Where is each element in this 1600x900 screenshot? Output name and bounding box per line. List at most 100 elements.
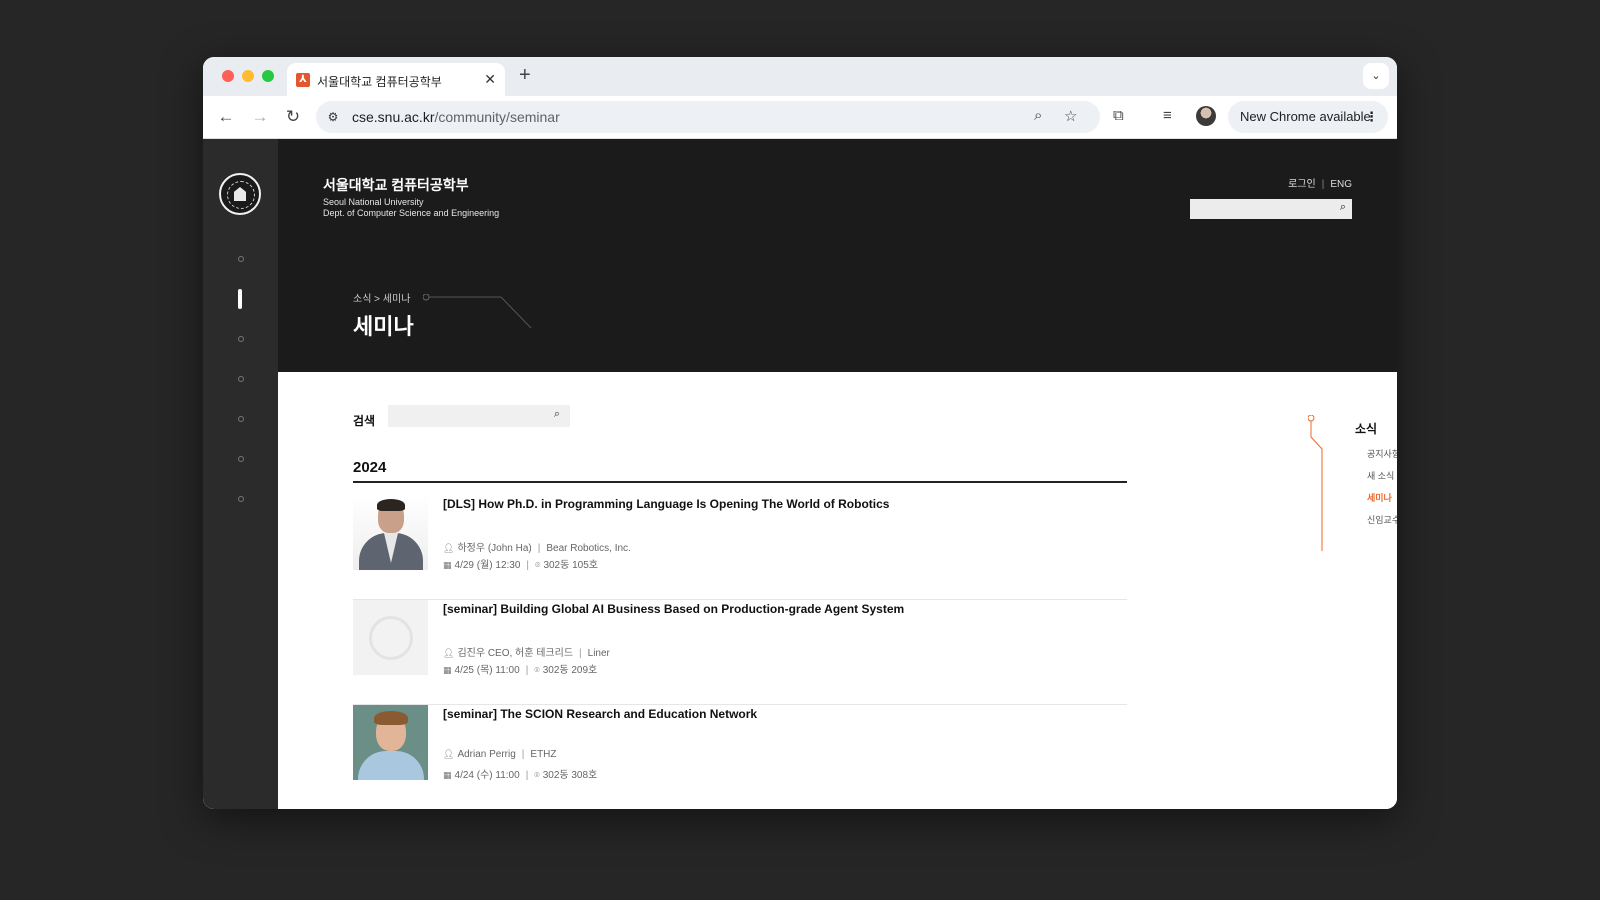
speaker-photo[interactable] (353, 495, 428, 570)
placeholder-logo-image[interactable] (353, 600, 428, 675)
browser-window: ⅄ 서울대학교 컴퓨터공학부 ✕ + ⌄ ← → ↻ ⚙ cse.snu.ac.… (203, 57, 1397, 809)
brand-subtitle-university: Seoul National University (323, 197, 424, 207)
seminar-time-line: ▦ 4/24 (수) 11:00 | ⌾ 302동 308호 (443, 766, 597, 781)
page-title: 세미나 (353, 314, 414, 339)
utility-links: 로그인 | ENG (1288, 175, 1352, 190)
sidebar-nav-dot[interactable] (238, 456, 244, 462)
subnav-item-news[interactable]: 새 소식 (1367, 469, 1394, 482)
login-link[interactable]: 로그인 (1288, 179, 1316, 190)
speaker-affiliation: Bear Robotics, Inc. (546, 543, 631, 554)
tab-title: 서울대학교 컴퓨터공학부 (317, 75, 442, 89)
breadcrumb-decoration (423, 294, 532, 329)
speaker-name: 김진우 CEO, 허훈 테크리드 (457, 648, 574, 659)
minimize-window-button[interactable] (242, 70, 254, 82)
snu-logo[interactable] (219, 173, 261, 215)
main-content: 검색 ⌕ 2024 [DLS] How Ph.D. in Programming… (278, 372, 1397, 809)
calendar-icon: ▦ (443, 560, 452, 570)
speaker-photo[interactable] (353, 705, 428, 780)
sidebar-nav-active-indicator[interactable] (238, 289, 242, 309)
speaker-affiliation: ETHZ (530, 749, 557, 760)
seminar-item[interactable]: [seminar] Building Global AI Business Ba… (353, 600, 1127, 705)
person-icon: 👤︎ (443, 749, 455, 759)
site-search-input[interactable]: ⌕ (1190, 199, 1352, 219)
profile-avatar[interactable] (1196, 106, 1216, 126)
seminar-location: 302동 308호 (542, 770, 598, 781)
extensions-icon[interactable]: ⧉ (1113, 107, 1124, 124)
update-chrome-label: New Chrome available (1240, 109, 1371, 124)
update-chrome-button[interactable]: New Chrome available ⋮ (1228, 101, 1388, 133)
seminar-title[interactable]: [seminar] The SCION Research and Educati… (443, 707, 757, 721)
close-tab-icon[interactable]: ✕ (484, 71, 496, 88)
seminar-speaker-line: 👤︎ 김진우 CEO, 허훈 테크리드 | Liner (443, 644, 610, 659)
forward-icon[interactable]: → (248, 105, 272, 129)
english-link[interactable]: ENG (1330, 179, 1352, 190)
seminar-location: 302동 209호 (542, 665, 598, 676)
tab-search-icon[interactable]: ⌄ (1363, 63, 1389, 89)
brand-subtitle-department: Dept. of Computer Science and Engineerin… (323, 208, 500, 218)
seminar-title[interactable]: [DLS] How Ph.D. in Programming Language … (443, 497, 889, 511)
tab-strip: ⅄ 서울대학교 컴퓨터공학부 ✕ + ⌄ (203, 57, 1397, 96)
browser-tab[interactable]: ⅄ 서울대학교 컴퓨터공학부 ✕ (287, 63, 505, 96)
calendar-icon: ▦ (443, 665, 452, 675)
browser-toolbar: ← → ↻ ⚙ cse.snu.ac.kr/community/seminar … (203, 96, 1397, 139)
utility-divider: | (1321, 179, 1325, 190)
subnav-title: 소식 (1355, 422, 1378, 436)
meta-divider: | (537, 543, 541, 554)
meta-divider: | (579, 648, 582, 659)
seminar-search-input[interactable]: ⌕ (388, 405, 570, 427)
speaker-affiliation: Liner (587, 648, 610, 659)
search-icon[interactable]: ⌕ (1340, 201, 1346, 214)
url-path: /community/seminar (434, 109, 560, 125)
location-pin-icon: ⌾ (534, 665, 540, 675)
web-page: 서울대학교 컴퓨터공학부 Seoul National University D… (203, 139, 1397, 809)
seminar-time-line: ▦ 4/25 (목) 11:00 | ⌾ 302동 209호 (443, 661, 597, 676)
page-hero: 서울대학교 컴퓨터공학부 Seoul National University D… (278, 139, 1397, 372)
left-sidebar (203, 139, 278, 809)
sidebar-nav-dot[interactable] (238, 256, 244, 262)
back-icon[interactable]: ← (214, 105, 238, 129)
meta-divider: | (521, 749, 525, 760)
meta-divider: | (526, 560, 530, 571)
location-pin-icon: ⌾ (535, 560, 541, 570)
url-text[interactable]: cse.snu.ac.kr/community/seminar (352, 109, 560, 125)
meta-divider: | (525, 770, 529, 781)
sidebar-nav-dot[interactable] (238, 496, 244, 502)
maximize-window-button[interactable] (262, 70, 274, 82)
seminar-time-line: ▦ 4/29 (월) 12:30 | ⌾ 302동 105호 (443, 556, 598, 571)
subnav-item-notices[interactable]: 공지사항 (1367, 447, 1397, 460)
seminar-datetime: 4/24 (수) 11:00 (454, 770, 520, 781)
close-window-button[interactable] (222, 70, 234, 82)
subnav-item-seminar[interactable]: 세미나 (1367, 491, 1392, 504)
meta-divider: | (525, 665, 529, 676)
window-controls (222, 70, 274, 82)
bookmark-star-icon[interactable]: ☆ (1064, 107, 1077, 125)
person-icon: 👤︎ (443, 648, 455, 658)
zoom-icon[interactable]: ⌕ (1034, 107, 1042, 124)
speaker-name: Adrian Perrig (457, 749, 516, 760)
seminar-title[interactable]: [seminar] Building Global AI Business Ba… (443, 602, 904, 616)
brand-title[interactable]: 서울대학교 컴퓨터공학부 (323, 175, 469, 195)
more-menu-icon[interactable]: ⋮ (1365, 101, 1378, 133)
seminar-item[interactable]: [seminar] The SCION Research and Educati… (353, 705, 1127, 809)
year-heading: 2024 (353, 459, 387, 476)
subnav-item-faculty-recruitment[interactable]: 신임교수초빙 (1367, 513, 1397, 526)
seminar-datetime: 4/25 (목) 11:00 (454, 665, 520, 676)
person-icon: 👤︎ (443, 543, 455, 553)
sidebar-nav-dot[interactable] (238, 376, 244, 382)
search-icon[interactable]: ⌕ (554, 408, 560, 421)
seminar-speaker-line: 👤︎ 하정우 (John Ha) | Bear Robotics, Inc. (443, 539, 631, 554)
sidebar-nav-dot[interactable] (238, 416, 244, 422)
url-domain: cse.snu.ac.kr (352, 109, 435, 125)
calendar-icon: ▦ (443, 770, 452, 780)
address-bar[interactable]: ⚙ cse.snu.ac.kr/community/seminar ⌕ ☆ (316, 101, 1100, 133)
media-control-icon[interactable]: ≡ (1163, 107, 1172, 124)
snu-favicon-icon: ⅄ (296, 73, 310, 87)
reload-icon[interactable]: ↻ (281, 105, 305, 129)
site-info-icon[interactable]: ⚙ (324, 108, 342, 126)
sidebar-nav-dot[interactable] (238, 336, 244, 342)
new-tab-icon[interactable]: + (519, 64, 531, 86)
seminar-item[interactable]: [DLS] How Ph.D. in Programming Language … (353, 495, 1127, 600)
breadcrumb: 소식 > 세미나 (353, 294, 411, 305)
year-divider (353, 481, 1127, 483)
search-label: 검색 (353, 414, 376, 428)
